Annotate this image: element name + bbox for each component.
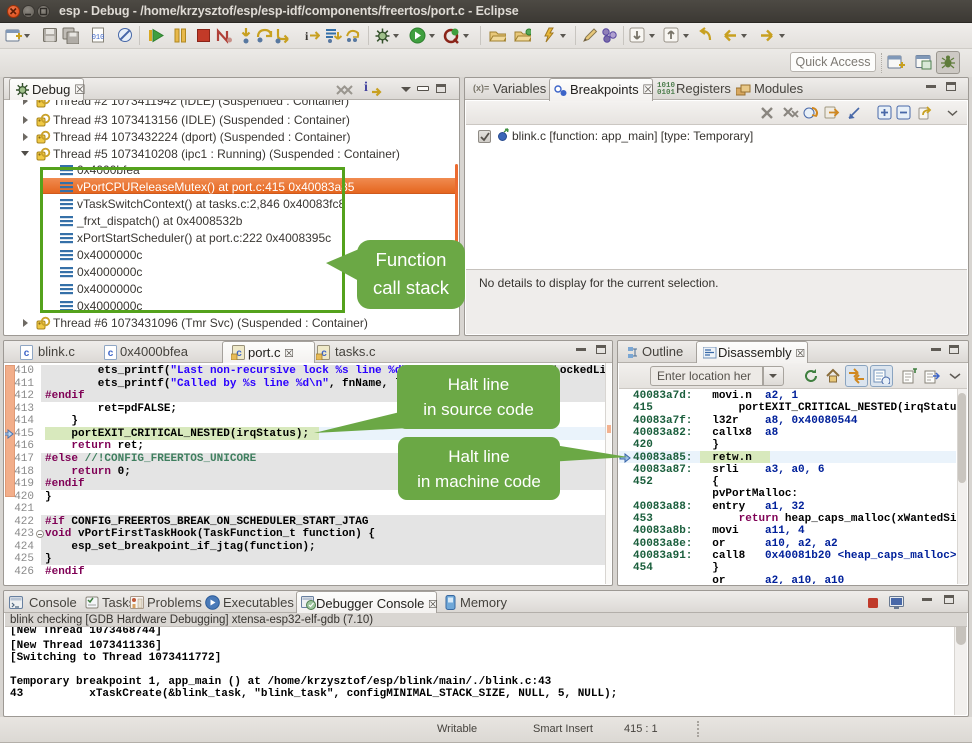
svg-text:c: c — [108, 348, 114, 359]
svg-text:i: i — [305, 29, 309, 43]
svg-text:010: 010 — [92, 34, 105, 42]
svg-text:c: c — [24, 348, 30, 359]
